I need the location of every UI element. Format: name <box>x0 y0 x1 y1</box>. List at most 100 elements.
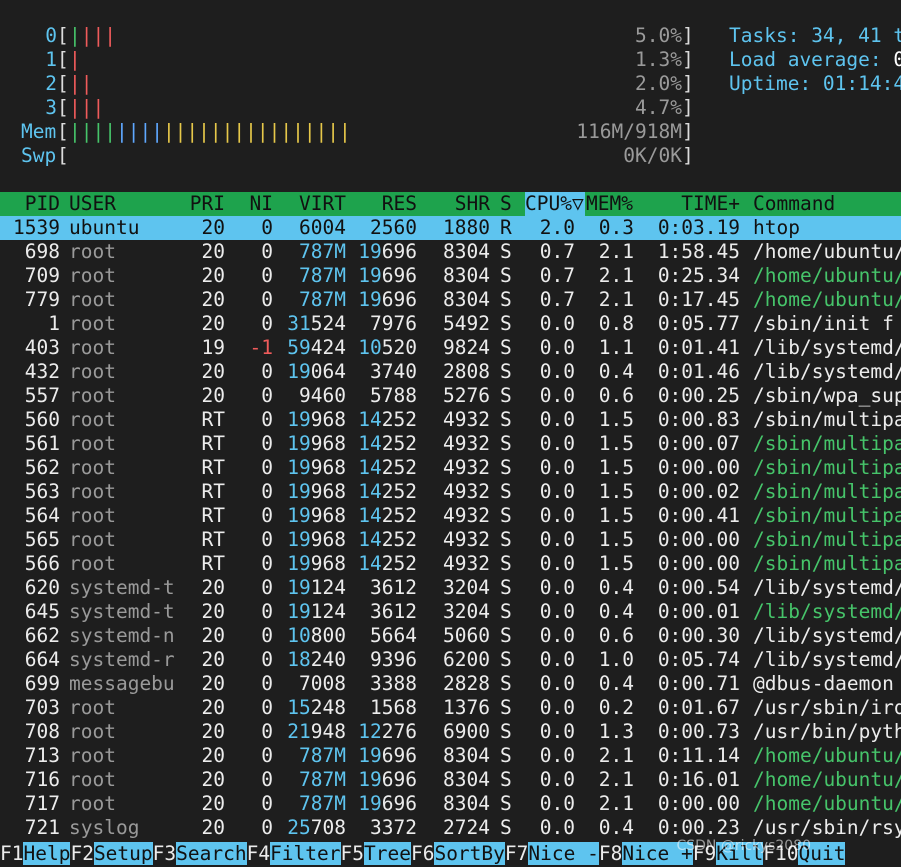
cell-state: S <box>500 720 512 743</box>
process-row[interactable]: 566 root RT 0 19968 14252 4932 S 0.0 1.5 0:00.00/s… <box>0 552 901 576</box>
cell-mem: 0.8 <box>598 312 634 335</box>
column-pid[interactable]: PID <box>0 192 60 216</box>
bar-segment: | <box>92 96 105 119</box>
cell-pri: 20 <box>201 720 225 743</box>
column-time[interactable]: TIME+ <box>650 192 740 216</box>
cell-res: 3612 <box>350 576 417 600</box>
cell-state: S <box>500 360 512 383</box>
process-row[interactable]: 709 root 20 0 787M 19696 8304 S 0.7 2.1 0:25.34/ho… <box>0 264 901 288</box>
process-row[interactable]: 645 systemd-t 20 0 19124 3612 3204 S 0.0 0.4 0:00.… <box>0 600 901 624</box>
process-row[interactable]: 721 syslog 20 0 25708 3372 2724 S 0.0 0.4 0:00.23 /… <box>0 816 901 840</box>
cpu-meter-label: 1 <box>45 48 57 71</box>
cell-ni: 0 <box>261 456 273 479</box>
cell-cpu: 0.0 <box>539 816 575 839</box>
process-row[interactable]: 563 root RT 0 19968 14252 4932 S 0.0 1.5 0:00.02/s… <box>0 480 901 504</box>
process-row[interactable]: 708 root 20 0 21948 12276 6900 S 0.0 1.3 0:00.73/u… <box>0 720 901 744</box>
cell-state: S <box>500 672 512 695</box>
cell-time: 0:00.71 <box>657 672 740 695</box>
number-high-digits: 787M <box>299 264 346 287</box>
column-pri[interactable]: PRI <box>175 192 225 216</box>
process-row[interactable]: 698 root 20 0 787M 19696 8304 S 0.7 2.1 1:58.45/ho… <box>0 240 901 264</box>
cell-shr: 4932 <box>443 528 490 551</box>
process-row[interactable]: 620 systemd-t 20 0 19124 3612 3204 S 0.0 0.4 0:00.… <box>0 576 901 600</box>
cell-state: S <box>500 504 512 527</box>
process-row[interactable]: 432 root 20 0 19064 3740 2808 S 0.0 0.4 0:01.46/li… <box>0 360 901 384</box>
cell-ni: 0 <box>261 552 273 575</box>
bar-segment: | <box>104 24 116 47</box>
process-row[interactable]: 565 root RT 0 19968 14252 4932 S 0.0 1.5 0:00.00/s… <box>0 528 901 552</box>
cell-shr: 6200 <box>443 648 490 671</box>
column-command[interactable]: Command <box>753 192 901 216</box>
cell-user: messagebu <box>69 672 175 695</box>
function-key-f5[interactable]: F5Tree <box>341 840 411 867</box>
column-res[interactable]: RES <box>350 192 417 216</box>
function-key-f6[interactable]: F6SortBy <box>411 840 505 867</box>
process-row[interactable]: 564 root RT 0 19968 14252 4932 S 0.0 1.5 0:00.41/s… <box>0 504 901 528</box>
column-user[interactable]: USER <box>69 192 179 216</box>
cell-shr: 4932 <box>443 432 490 455</box>
number-low-digits: 3612 <box>370 600 417 623</box>
cell-user: root <box>69 696 116 719</box>
process-row[interactable]: 779 root 20 0 787M 19696 8304 S 0.7 2.1 0:17.45/ho… <box>0 288 901 312</box>
column-shr[interactable]: SHR <box>425 192 490 216</box>
process-row[interactable]: 703 root 20 0 15248 1568 1376 S 0.0 0.2 0:01.67/us… <box>0 696 901 720</box>
cell-state: S <box>500 528 512 551</box>
cell-pid: 713 <box>24 744 60 767</box>
function-key-f4[interactable]: F4Filter <box>247 840 341 867</box>
column-state[interactable]: S <box>500 192 514 216</box>
process-row-selected[interactable]: 1539 ubuntu 20 0 6004 2560 1880 R 2.0 0.… <box>0 216 901 240</box>
number-low-digits: 276 <box>381 720 417 743</box>
function-key-label: Help <box>23 842 71 865</box>
cell-cpu: 0.0 <box>539 360 575 383</box>
cell-user: root <box>69 552 116 575</box>
process-row[interactable]: 562 root RT 0 19968 14252 4932 S 0.0 1.5 0:00.00/s… <box>0 456 901 480</box>
process-row[interactable]: 699 messagebu 20 0 7008 3388 2828 S 0.0 0.4 0:00.7… <box>0 672 901 696</box>
cell-state: S <box>500 648 512 671</box>
cell-pri: RT <box>201 552 225 575</box>
column-ni[interactable]: NI <box>235 192 273 216</box>
function-key-f1[interactable]: F1Help <box>0 840 71 867</box>
cell-pri: 20 <box>201 768 225 791</box>
process-row[interactable]: 403 root 19 -1 59424 10520 9824 S 0.0 1.1 0:01.41/… <box>0 336 901 360</box>
process-row[interactable]: 560 root RT 0 19968 14252 4932 S 0.0 1.5 0:00.83/s… <box>0 408 901 432</box>
cell-cpu: 0.0 <box>539 600 575 623</box>
process-row[interactable]: 716 root 20 0 787M 19696 8304 S 0.0 2.1 0:16.01/ho… <box>0 768 901 792</box>
cpu-meter-1: 1[| 1.3%] <box>0 48 700 72</box>
cell-pri: RT <box>201 528 225 551</box>
cell-user: root <box>69 792 116 815</box>
cell-cpu: 0.0 <box>539 528 575 551</box>
cell-res: 14252 <box>350 528 417 552</box>
cell-shr: 4932 <box>443 552 490 575</box>
number-high-digits: 19 <box>287 432 311 455</box>
process-row[interactable]: 557 root 20 0 9460 5788 5276 S 0.0 0.6 0:00.25/sbi… <box>0 384 901 408</box>
process-row[interactable]: 664 systemd-r 20 0 18240 9396 6200 S 0.0 1.0 0:05.… <box>0 648 901 672</box>
cell-cpu: 0.0 <box>539 672 575 695</box>
cpu-meter-0: 0[|||| 5.0%] <box>0 24 700 48</box>
column-cpu-sorted[interactable]: CPU%▽ <box>525 192 585 216</box>
function-key-f7[interactable]: F7Nice - <box>505 840 599 867</box>
process-row[interactable]: 713 root 20 0 787M 19696 8304 S 0.0 2.1 0:11.14/ho… <box>0 744 901 768</box>
cell-virt: 787M <box>280 792 346 816</box>
cell-cpu: 0.0 <box>539 384 575 407</box>
number-high-digits: 19 <box>358 288 382 311</box>
process-row[interactable]: 717 root 20 0 787M 19696 8304 S 0.0 2.1 0:00.00/ho… <box>0 792 901 816</box>
cell-time: 0:00.25 <box>657 384 740 407</box>
number-high-digits: 19 <box>358 768 382 791</box>
cell-pid: 560 <box>24 408 60 431</box>
cell-ni: 0 <box>261 720 273 743</box>
cell-res: 10520 <box>350 336 417 360</box>
cell-time: 0:00.83 <box>657 408 740 431</box>
column-mem[interactable]: MEM% <box>586 192 636 216</box>
process-row[interactable]: 662 systemd-n 20 0 10800 5664 5060 S 0.0 0.6 0:00.… <box>0 624 901 648</box>
process-row[interactable]: 1 root 20 0 31524 7976 5492 S 0.0 0.8 0:05.77/sbin… <box>0 312 901 336</box>
column-virt[interactable]: VIRT <box>280 192 346 216</box>
cpu-meter-value: 1.3% <box>635 48 682 71</box>
cell-time: 0:01.41 <box>657 336 740 359</box>
function-key-f2[interactable]: F2Setup <box>70 840 153 867</box>
cell-user: root <box>69 504 116 527</box>
number-high-digits: 14 <box>358 408 382 431</box>
function-key-f3[interactable]: F3Search <box>153 840 247 867</box>
process-row[interactable]: 561 root RT 0 19968 14252 4932 S 0.0 1.5 0:00.07/s… <box>0 432 901 456</box>
cell-ni: -1 <box>249 336 273 359</box>
cell-time: 0:00.30 <box>657 624 740 647</box>
